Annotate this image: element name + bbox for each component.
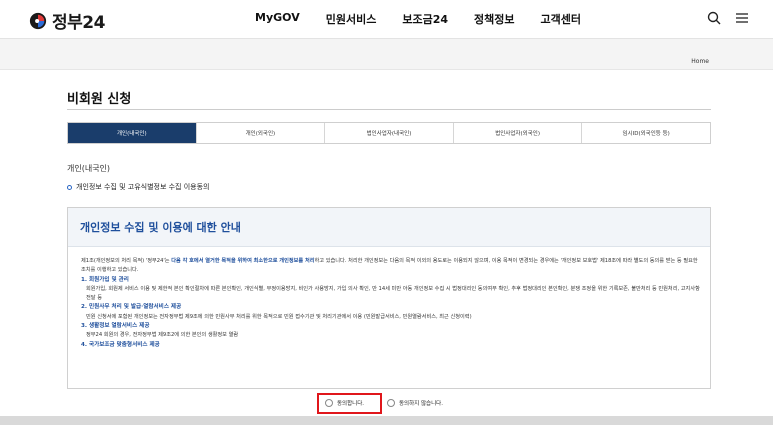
breadcrumb-home[interactable]: Home — [691, 58, 709, 65]
notice-item-heading: 4. 국가보조금 맞춤형서비스 제공 — [81, 341, 160, 348]
page-title: 비회원 신청 — [67, 92, 132, 107]
disagree-option[interactable]: 동의하지 않습니다. — [387, 399, 443, 407]
tab-temporary-id[interactable]: 임시ID(외국인등 등) — [582, 123, 710, 143]
disagree-radio[interactable] — [387, 399, 395, 407]
tab-individual-korean[interactable]: 개인(내국인) — [68, 123, 197, 143]
notice-intro: 제1조(개인정보의 처리 목적) '정부24'는 다음 각 호에서 열거한 목적… — [81, 257, 700, 276]
notice-intro-highlight: 다음 각 호에서 열거한 목적을 위하여 최소한으로 개인정보를 처리 — [171, 258, 315, 264]
nav-item-policy-info[interactable]: 정책정보 — [474, 11, 514, 27]
notice-body: 제1조(개인정보의 처리 목적) '정부24'는 다음 각 호에서 열거한 목적… — [68, 247, 710, 350]
menu-icon[interactable] — [734, 10, 750, 26]
scroll-fade — [68, 374, 710, 388]
privacy-notice-box[interactable]: 개인정보 수집 및 이용에 대한 안내 제1조(개인정보의 처리 목적) '정부… — [67, 207, 711, 389]
notice-title: 개인정보 수집 및 이용에 대한 안내 — [80, 221, 241, 234]
notice-intro-a: 제1조(개인정보의 처리 목적) '정부24'는 — [81, 258, 172, 264]
site-header: 정부24 MyGOV 민원서비스 보조금24 정책정보 고객센터 — [0, 0, 773, 39]
notice-item-heading: 1. 회원가입 및 관리 — [81, 276, 129, 283]
nav-item-mygov[interactable]: MyGOV — [255, 11, 300, 27]
logo-text: 정부24 — [52, 13, 105, 33]
notice-header: 개인정보 수집 및 이용에 대한 안내 — [68, 208, 710, 247]
tab-individual-foreigner[interactable]: 개인(외국인) — [196, 123, 326, 143]
circle-bullet-icon — [67, 184, 72, 190]
agree-highlight-box — [317, 393, 382, 414]
nav-item-customer-center[interactable]: 고객센터 — [540, 11, 580, 27]
page: 정부24 MyGOV 민원서비스 보조금24 정책정보 고객센터 Home 비회… — [0, 0, 773, 425]
notice-item-text: 회원가입, 회원제 서비스 이용 및 제한적 본인 확인절차에 따른 본인확인,… — [86, 285, 700, 302]
bottom-strip — [0, 416, 773, 425]
nav-item-subsidy24[interactable]: 보조금24 — [402, 11, 448, 27]
applicant-type-tabs: 개인(내국인) 개인(외국인) 법인사업자(내국인) 법인사업자(외국인) 임시… — [67, 122, 711, 144]
section-label: 개인(내국인) — [67, 164, 111, 173]
consent-heading: 개인정보 수집 및 고유식별정보 수집 이용동의 — [67, 182, 210, 192]
tab-corporate-foreigner[interactable]: 법인사업자(외국인) — [453, 123, 583, 143]
consent-heading-text: 개인정보 수집 및 고유식별정보 수집 이용동의 — [76, 183, 210, 191]
logo-mark-icon — [29, 12, 47, 29]
notice-item-heading: 3. 생활정보 열람서비스 제공 — [81, 323, 150, 330]
nav-item-civil-service[interactable]: 민원서비스 — [326, 11, 377, 27]
notice-item-text: 정부24 회원의 경우, 전자정부법 제9조2에 의한 본인의 생활정보 열람 — [86, 332, 239, 339]
notice-item-heading: 2. 민원사무 처리 및 발급·열람서비스 제공 — [81, 304, 182, 311]
subheader-band — [0, 39, 773, 70]
main-nav: MyGOV 민원서비스 보조금24 정책정보 고객센터 — [255, 11, 607, 27]
disagree-label[interactable]: 동의하지 않습니다. — [399, 399, 443, 407]
title-divider — [67, 109, 711, 110]
search-icon[interactable] — [706, 10, 722, 26]
tab-corporate-korean[interactable]: 법인사업자(내국인) — [325, 123, 454, 143]
notice-item-text: 민원 신청서에 포함된 개인정보는 전자정부법 제9조에 의한 민원사무 처리를… — [86, 313, 472, 320]
logo[interactable]: 정부24 — [29, 8, 105, 33]
